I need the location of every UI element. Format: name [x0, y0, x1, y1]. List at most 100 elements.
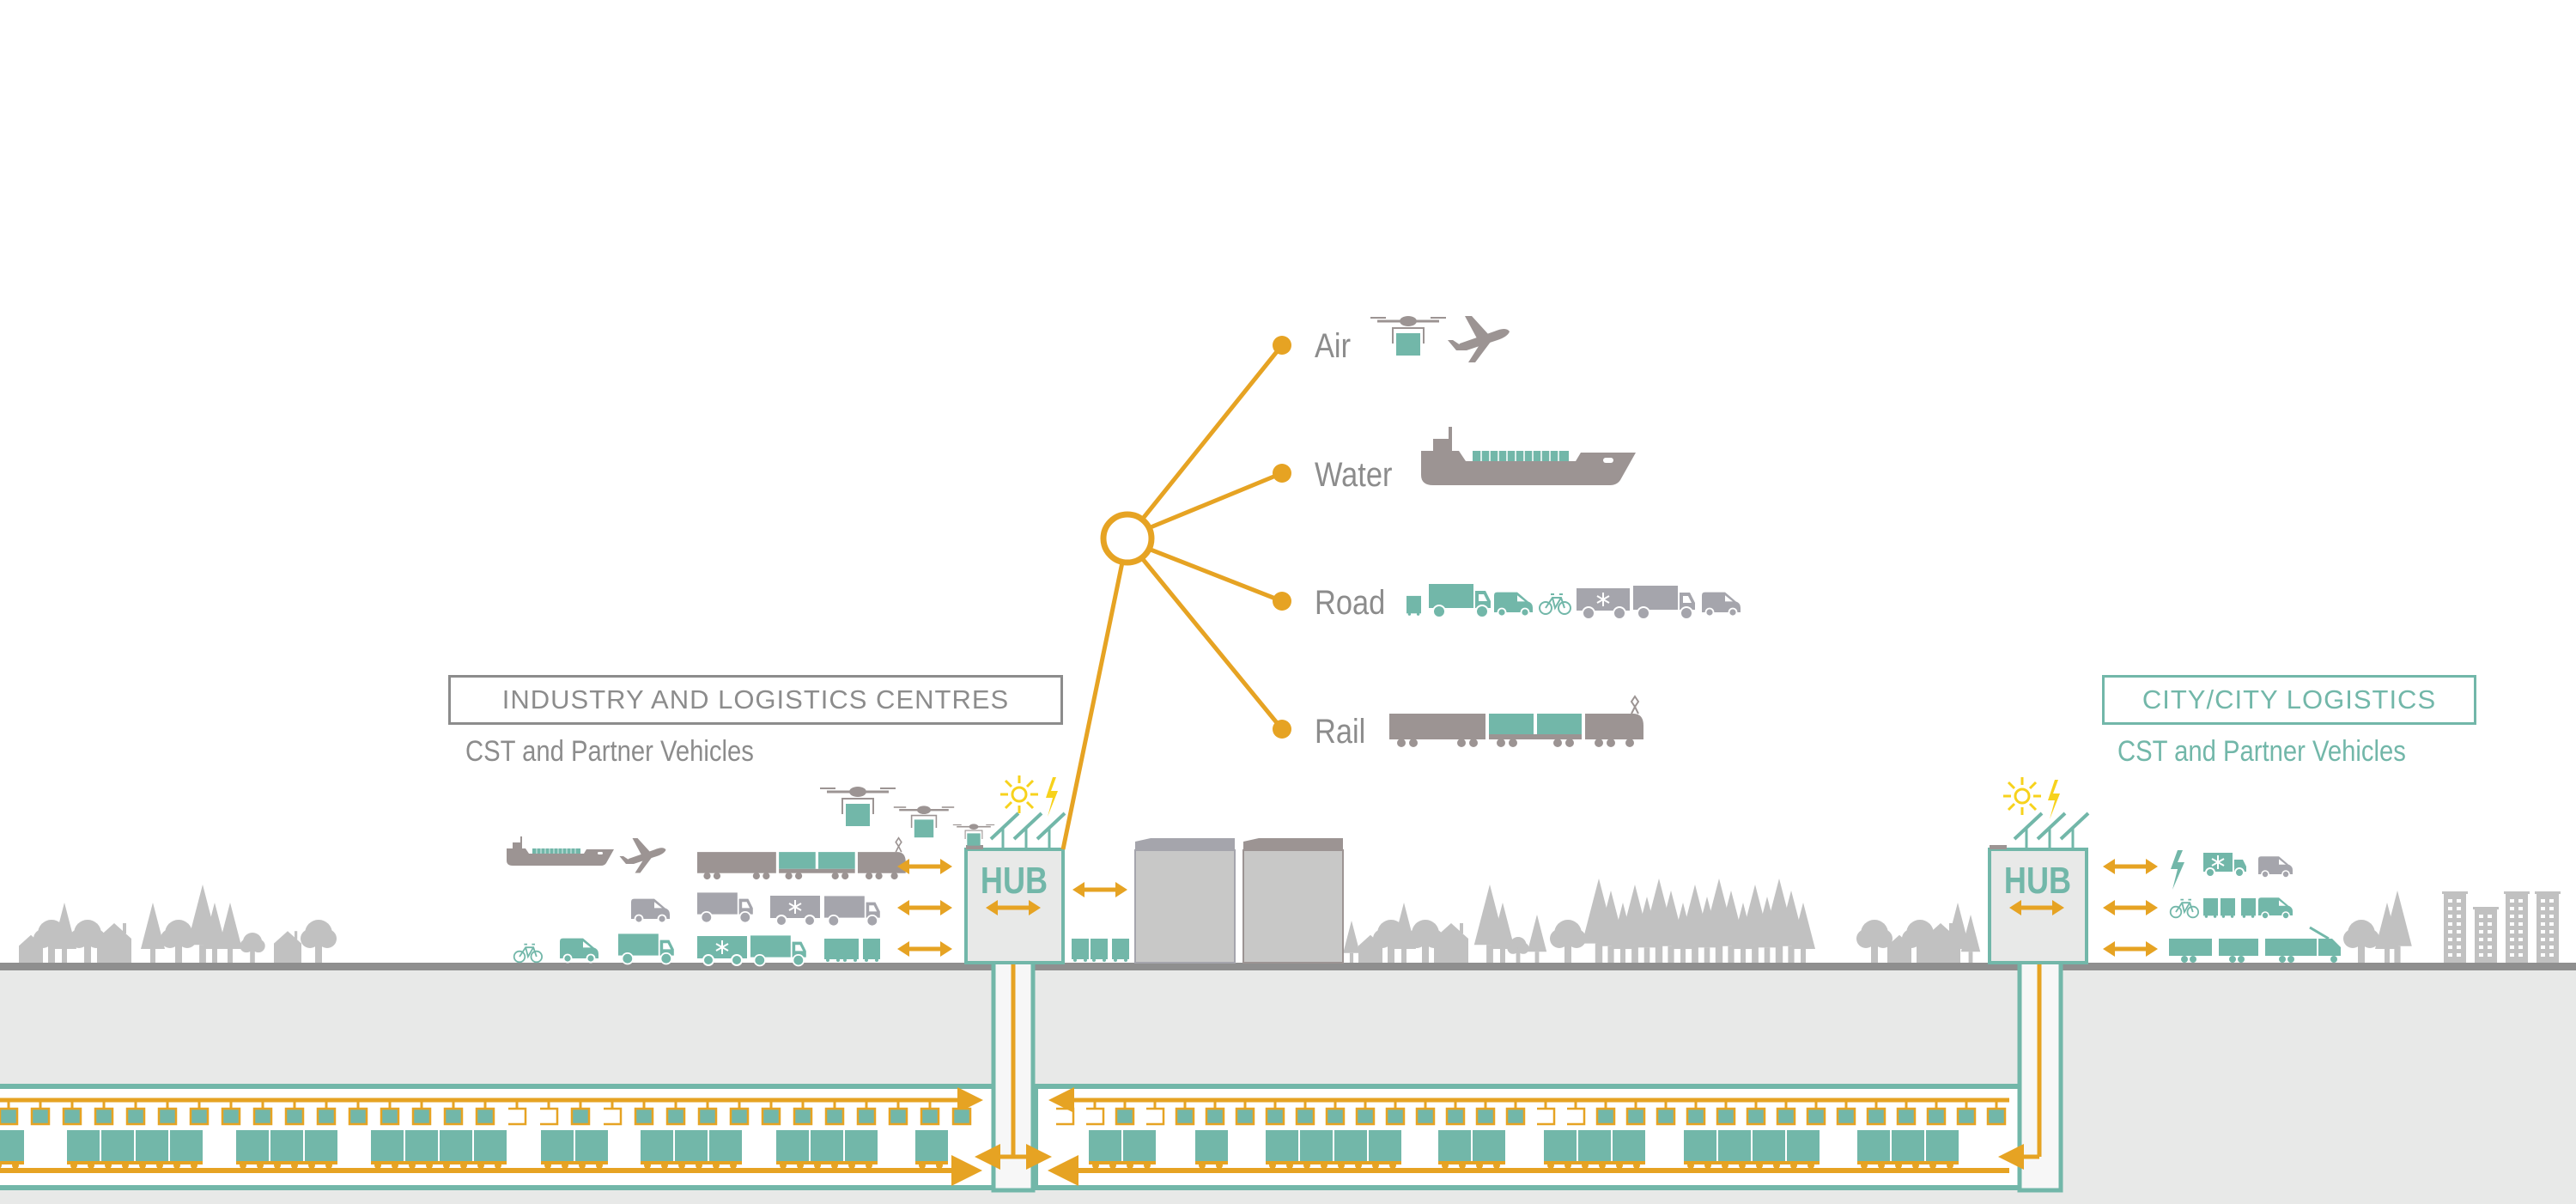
wagon	[675, 1130, 708, 1163]
wagon-train	[915, 1130, 948, 1169]
airplane-icon	[619, 838, 666, 873]
hub-factory-arrow	[1072, 882, 1127, 897]
wagon-train	[236, 1130, 337, 1169]
right-vehicles	[2103, 850, 2341, 963]
cargo-box-icon	[841, 939, 859, 962]
cargo-box-icon	[1406, 595, 1421, 616]
wagon	[67, 1130, 100, 1163]
van-icon	[1493, 591, 1534, 617]
cargo-box-icon	[2221, 897, 2235, 918]
wagon	[1684, 1130, 1716, 1163]
wagon	[1300, 1130, 1333, 1163]
wagon	[811, 1130, 843, 1163]
network-node	[1100, 511, 1155, 566]
sun-icon	[999, 774, 1040, 815]
truck-icon	[696, 891, 754, 924]
factory-1	[1134, 838, 1236, 964]
wagon-train	[1857, 1130, 1959, 1169]
wagon	[1926, 1130, 1959, 1163]
hub-left: HUB	[964, 774, 1066, 964]
sun-icon	[2002, 775, 2043, 817]
air-node	[1273, 336, 1291, 355]
wagon	[136, 1130, 168, 1163]
freight-train-icon	[696, 836, 907, 880]
wagon	[541, 1130, 574, 1163]
wagon	[575, 1130, 608, 1163]
wagon	[474, 1130, 507, 1163]
wagon	[1578, 1130, 1611, 1163]
left-vehicles	[506, 785, 996, 967]
van-icon	[1701, 591, 1741, 617]
wagon-train	[1544, 1130, 1645, 1169]
road-vehicles	[1406, 583, 1741, 620]
wagon	[1369, 1130, 1401, 1163]
wagon	[1438, 1130, 1471, 1163]
wagon	[371, 1130, 404, 1163]
van-icon	[630, 897, 671, 924]
wagon	[1473, 1130, 1505, 1163]
wagon	[1334, 1130, 1367, 1163]
wagon-train	[776, 1130, 878, 1169]
industry-logistics-subtitle: CST and Partner Vehicles	[465, 735, 754, 768]
mode-label-road: Road	[1315, 583, 1385, 622]
van-icon	[559, 937, 599, 964]
drone-icon	[951, 823, 996, 847]
cargo-box-icon	[863, 939, 880, 962]
mode-label-water: Water	[1315, 455, 1392, 494]
road-train-icon	[2169, 926, 2341, 963]
cargo-ship-icon	[506, 836, 615, 867]
wagon	[101, 1130, 134, 1163]
wagon	[1718, 1130, 1751, 1163]
mode-network	[1060, 336, 1291, 850]
bicycle-icon	[2169, 898, 2200, 919]
industry-logistics-title-text: INDUSTRY AND LOGISTICS CENTRES	[501, 684, 1010, 714]
wagon	[1787, 1130, 1820, 1163]
apartment-building	[2442, 891, 2468, 963]
wagon	[405, 1130, 438, 1163]
lightning-icon	[1046, 777, 1058, 817]
wagon	[915, 1130, 948, 1163]
cargo-box-icon	[2203, 897, 2218, 918]
skyline-left	[19, 885, 337, 963]
hub-left-label: HUB	[981, 860, 1048, 902]
wagon-train	[1195, 1130, 1228, 1169]
cargo-sous-terrain-diagram: HUB HUB Air Water Road Rail	[0, 314, 2576, 1204]
van-icon	[2257, 897, 2293, 920]
hub-carts-middle	[1072, 939, 1129, 962]
truck-icon	[1428, 583, 1492, 618]
apartment-building	[2504, 891, 2530, 963]
hub-right: HUB	[1988, 775, 2090, 964]
wagon	[1123, 1130, 1156, 1163]
industry-logistics-title: INDUSTRY AND LOGISTICS CENTRES	[448, 675, 1063, 725]
airplane-icon	[1448, 316, 1510, 362]
wagon	[1195, 1130, 1228, 1163]
wagon	[776, 1130, 809, 1163]
wagon	[1544, 1130, 1577, 1163]
wagon	[709, 1130, 742, 1163]
wagon	[1857, 1130, 1890, 1163]
mode-label-air: Air	[1315, 326, 1351, 365]
wagon	[1892, 1130, 1924, 1163]
lightning-icon	[2048, 780, 2060, 819]
cargo-ship-icon	[1420, 426, 1637, 486]
wagon-train	[0, 1130, 24, 1169]
drone-icon	[818, 785, 897, 828]
drone-icon	[1369, 314, 1448, 357]
wagons-left	[0, 1130, 948, 1169]
wagon	[1089, 1130, 1121, 1163]
wagon	[270, 1130, 303, 1163]
apartment-building	[2473, 907, 2499, 963]
wagon	[1613, 1130, 1645, 1163]
apartment-building	[2535, 891, 2561, 963]
wagon	[170, 1130, 203, 1163]
cargo-box-icon	[2241, 897, 2256, 918]
van-icon	[2257, 855, 2293, 879]
water-node	[1273, 464, 1291, 483]
drone-icon	[892, 805, 956, 839]
hub-right-label: HUB	[2004, 860, 2071, 902]
freight-train-icon	[1388, 696, 1644, 748]
bicycle-icon	[1539, 593, 1571, 615]
wagon-train	[641, 1130, 742, 1169]
wagon	[236, 1130, 269, 1163]
road-node	[1273, 592, 1291, 611]
